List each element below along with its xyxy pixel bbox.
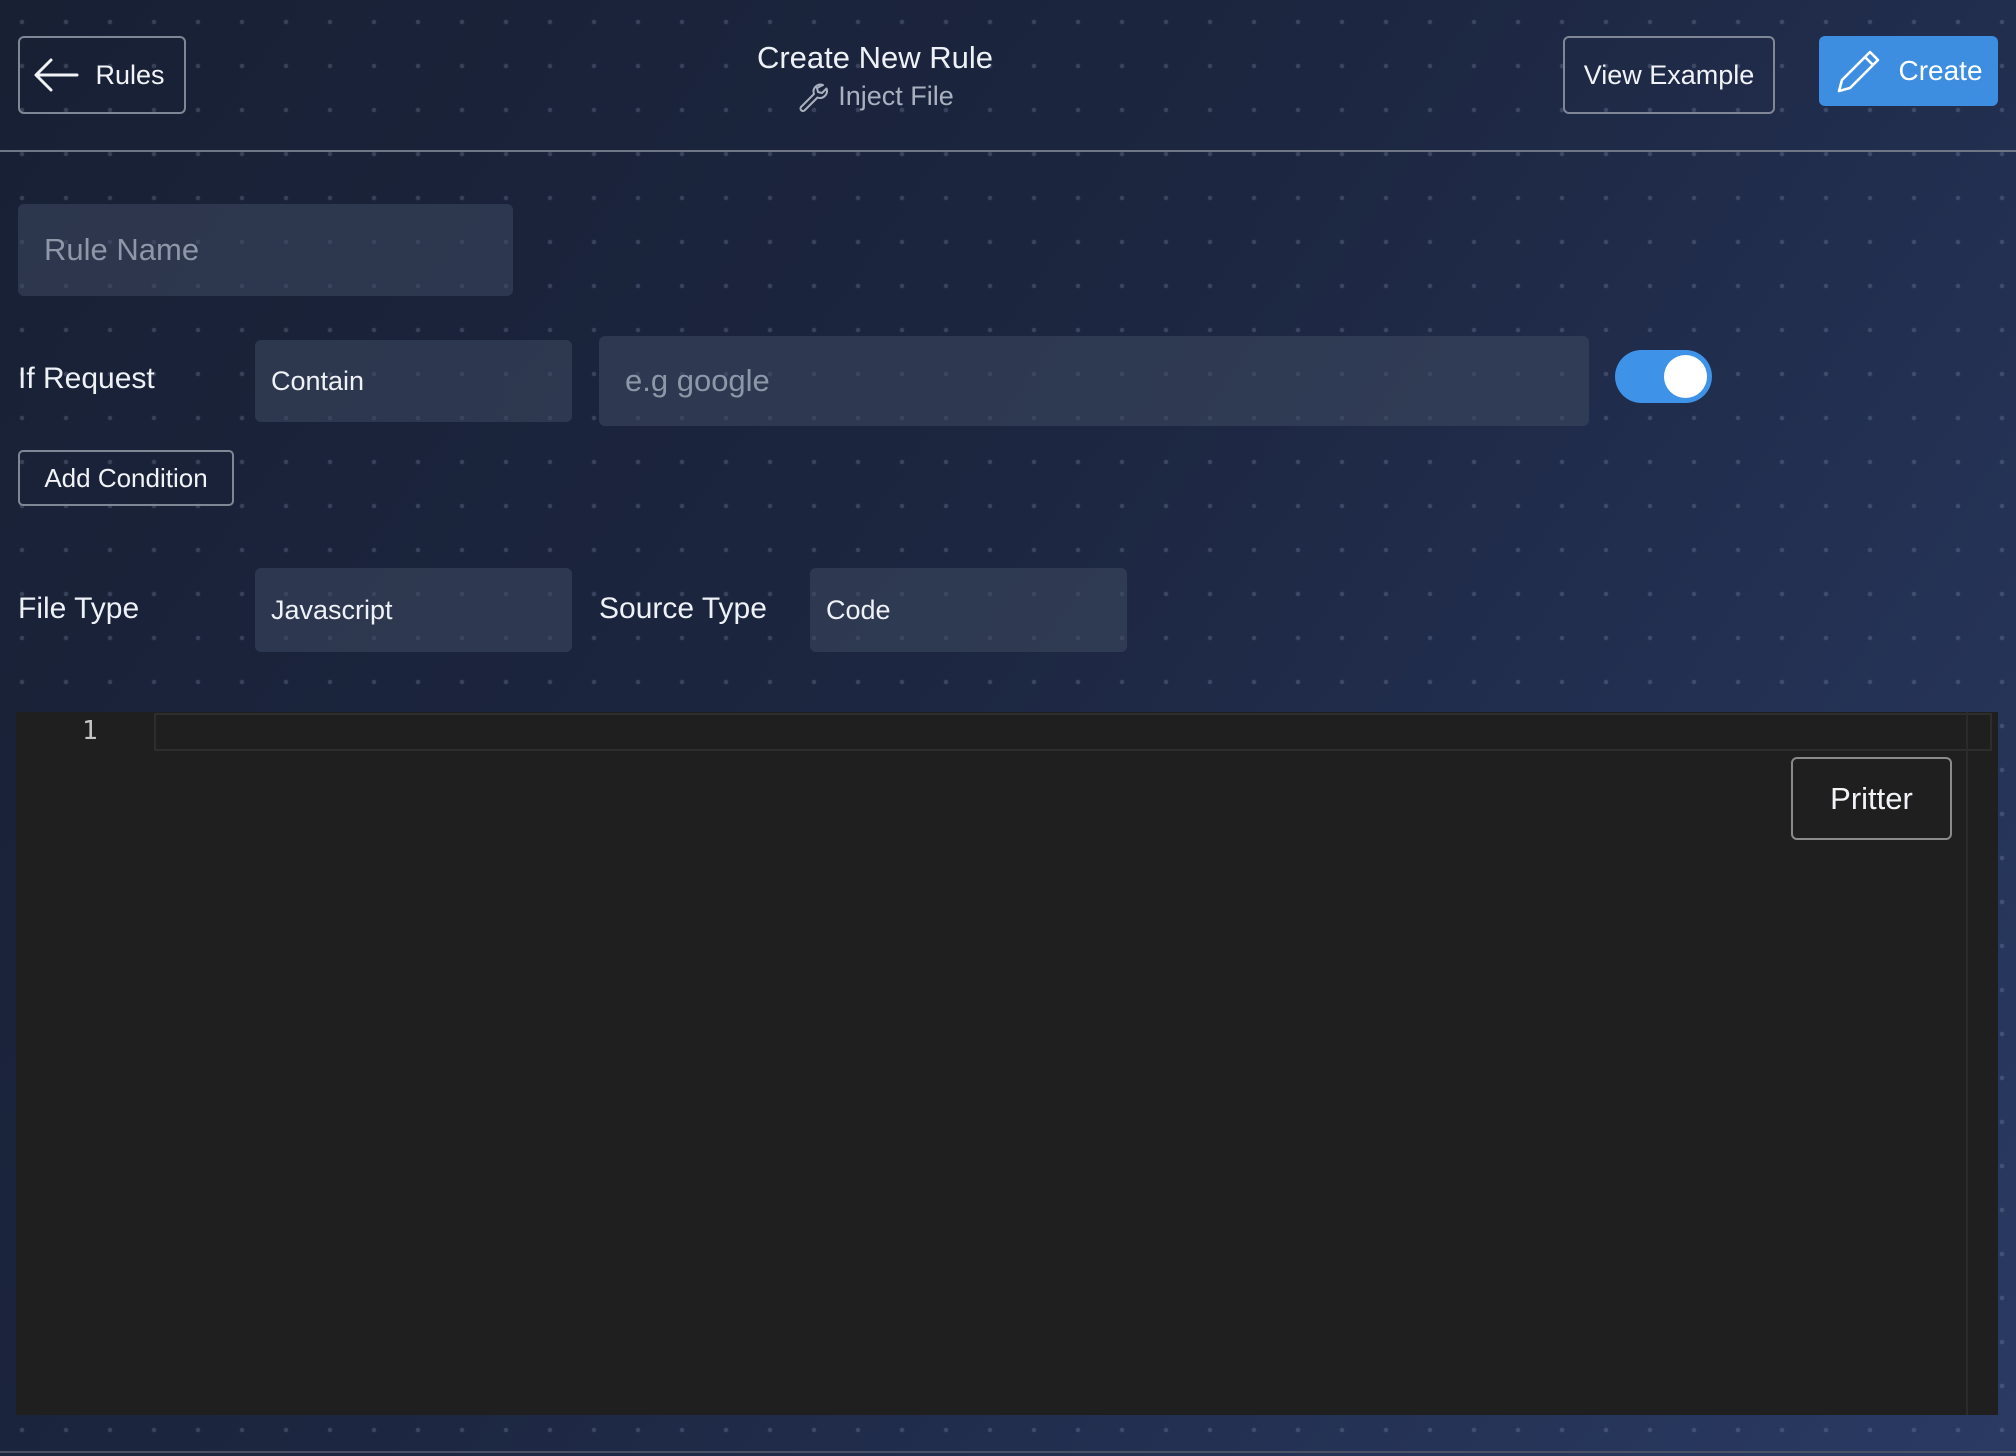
pencil-icon: [1834, 46, 1884, 96]
condition-enabled-toggle[interactable]: [1615, 350, 1712, 403]
source-type-value: Code: [826, 594, 891, 625]
condition-value-placeholder: e.g google: [625, 363, 770, 398]
condition-operator-value: Contain: [271, 365, 365, 396]
subtitle-label: Inject File: [838, 81, 954, 111]
page-subtitle: Inject File: [796, 78, 954, 114]
file-type-value: Javascript: [271, 594, 393, 625]
condition-value-input[interactable]: e.g google: [599, 336, 1589, 426]
current-line-highlight[interactable]: [154, 713, 1992, 751]
wrench-icon: [796, 80, 829, 112]
prettier-button[interactable]: Pritter: [1791, 757, 1952, 840]
create-button-label: Create: [1898, 55, 1983, 86]
condition-operator-select[interactable]: Contain: [255, 340, 572, 422]
toggle-knob: [1664, 355, 1707, 398]
source-type-select[interactable]: Code: [810, 568, 1127, 652]
header-divider: [0, 150, 2016, 152]
page-title: Create New Rule: [756, 40, 994, 75]
create-button[interactable]: Create: [1819, 36, 1998, 106]
header-title-group: Create New Rule Inject File: [680, 38, 1070, 117]
rule-name-placeholder: Rule Name: [44, 232, 200, 267]
rule-name-input[interactable]: Rule Name: [18, 204, 513, 296]
file-type-select[interactable]: Javascript: [255, 568, 572, 652]
back-button-label: Rules: [95, 59, 165, 90]
code-editor[interactable]: 1 Pritter: [16, 712, 1998, 1415]
line-number: 1: [82, 716, 98, 746]
file-type-label: File Type: [18, 592, 140, 625]
if-request-label: If Request: [18, 362, 155, 395]
source-type-label: Source Type: [599, 592, 767, 625]
back-to-rules-button[interactable]: Rules: [18, 36, 186, 114]
arrow-left-icon: [33, 57, 79, 93]
footer-divider: [0, 1451, 2016, 1453]
view-example-button[interactable]: View Example: [1563, 36, 1775, 114]
editor-scrollbar[interactable]: [1966, 712, 1968, 1415]
add-condition-button[interactable]: Add Condition: [18, 450, 234, 506]
